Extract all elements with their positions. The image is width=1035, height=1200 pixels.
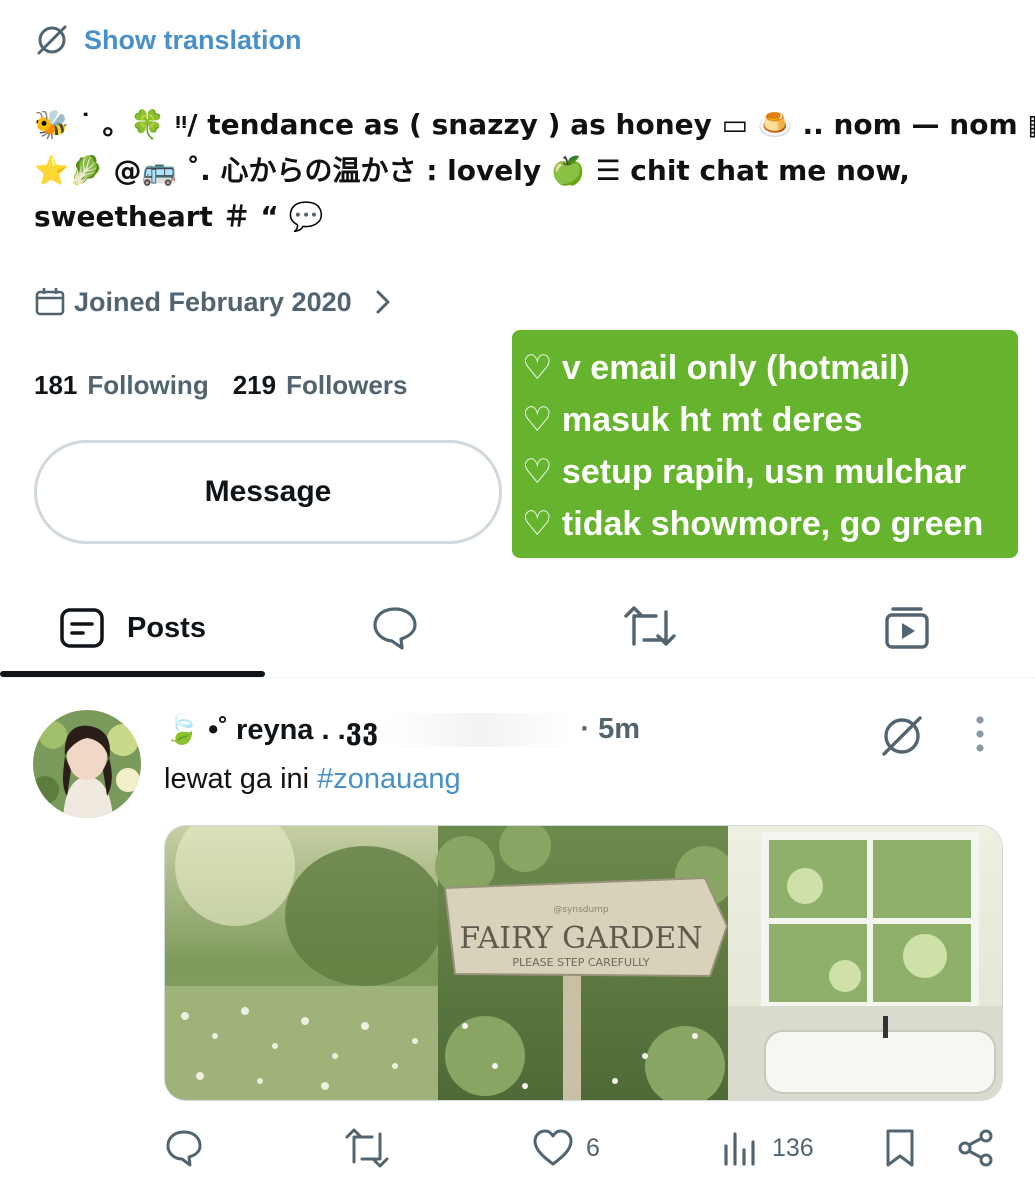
- repost-icon: [344, 1128, 390, 1168]
- views-button[interactable]: 136: [720, 1128, 814, 1168]
- bookmark-button[interactable]: [882, 1128, 918, 1168]
- message-button[interactable]: Message: [34, 440, 502, 544]
- sign-subtitle: PLEASE STEP CAREFULLY: [512, 956, 649, 969]
- post-image[interactable]: @synsdump FAIRY GARDEN PLEASE STEP CAREF…: [164, 825, 1003, 1101]
- sign-title: FAIRY GARDEN: [459, 921, 702, 956]
- tab-replies[interactable]: [340, 578, 450, 678]
- share-button[interactable]: [956, 1128, 996, 1168]
- note-line-2: ♡ masuk ht mt deres: [522, 401, 863, 439]
- calendar-icon: [34, 286, 66, 318]
- no-translate-icon: [34, 22, 70, 58]
- chevron-right-icon: [374, 289, 392, 315]
- redacted-handle: [384, 712, 575, 747]
- following-count: 181: [34, 370, 78, 400]
- profile-tabs: Posts: [0, 578, 1035, 678]
- replies-icon: [371, 605, 419, 651]
- post-timestamp[interactable]: · 5m: [580, 713, 640, 746]
- tab-reposts[interactable]: [595, 578, 705, 678]
- note-line-1: ♡ v email only (hotmail): [522, 349, 910, 387]
- note-line-4: ♡ tidak showmore, go green: [522, 505, 984, 543]
- share-icon: [956, 1128, 996, 1168]
- post-actions: 6 136: [160, 1128, 1000, 1180]
- views-count: 136: [772, 1133, 814, 1162]
- bio-line-3: sweetheart ＃ “ 💬: [34, 200, 324, 233]
- post-text: lewat ga ini #zonauang: [164, 763, 461, 796]
- more-options-icon[interactable]: [970, 712, 990, 756]
- joined-label: Joined February 2020: [74, 286, 352, 317]
- hashtag-link[interactable]: #zonauang: [317, 763, 461, 795]
- reposts-icon: [622, 606, 678, 650]
- like-button[interactable]: 6: [532, 1128, 600, 1168]
- views-icon: [720, 1128, 760, 1168]
- media-icon: [883, 605, 931, 651]
- joined-date-row[interactable]: Joined February 2020: [34, 286, 392, 318]
- show-translation-row[interactable]: Show translation: [34, 22, 302, 58]
- sign-watermark: @synsdump: [553, 905, 609, 915]
- heart-icon: [532, 1128, 574, 1168]
- followers-label: Followers: [286, 370, 408, 400]
- tab-media[interactable]: [852, 578, 962, 678]
- post-header: 🍃 •˚ reyna . .ვვ · 5m: [164, 712, 640, 747]
- reply-button[interactable]: [164, 1128, 216, 1168]
- followers-count: 219: [232, 370, 277, 400]
- tabs-divider: [0, 677, 1035, 678]
- tab-posts[interactable]: Posts: [0, 578, 265, 678]
- follow-stats: 181 Following 219 Followers: [34, 370, 407, 401]
- tab-posts-label: Posts: [127, 611, 206, 644]
- bio-line-2: ⭐🥬 @🚌 ˚. 心からの温かさ : lovely 🍏 ☰ chit chat …: [34, 154, 910, 187]
- like-count: 6: [586, 1133, 600, 1162]
- post-body: lewat ga ini: [164, 763, 318, 795]
- no-translate-icon[interactable]: [878, 712, 926, 760]
- bookmark-icon: [882, 1128, 918, 1168]
- reply-icon: [164, 1128, 204, 1168]
- avatar[interactable]: [33, 710, 141, 818]
- profile-bio: 🐝 ˙ 。🍀 ᵎᵎ/ tendance as ( snazzy ) as hon…: [34, 102, 1035, 240]
- note-line-3: ♡ setup rapih, usn mulchar: [522, 453, 967, 491]
- show-translation-link[interactable]: Show translation: [84, 25, 302, 56]
- followers-stat[interactable]: 219 Followers: [233, 370, 408, 401]
- post-author-name[interactable]: 🍃 •˚ reyna . .ვვ: [164, 712, 378, 747]
- posts-icon: [59, 607, 105, 649]
- following-label: Following: [87, 370, 209, 400]
- repost-button[interactable]: [344, 1128, 402, 1168]
- green-note-overlay: ♡ v email only (hotmail) ♡ masuk ht mt d…: [512, 330, 1018, 558]
- following-stat[interactable]: 181 Following: [34, 370, 209, 401]
- bio-line-1: 🐝 ˙ 。🍀 ᵎᵎ/ tendance as ( snazzy ) as hon…: [34, 108, 1035, 141]
